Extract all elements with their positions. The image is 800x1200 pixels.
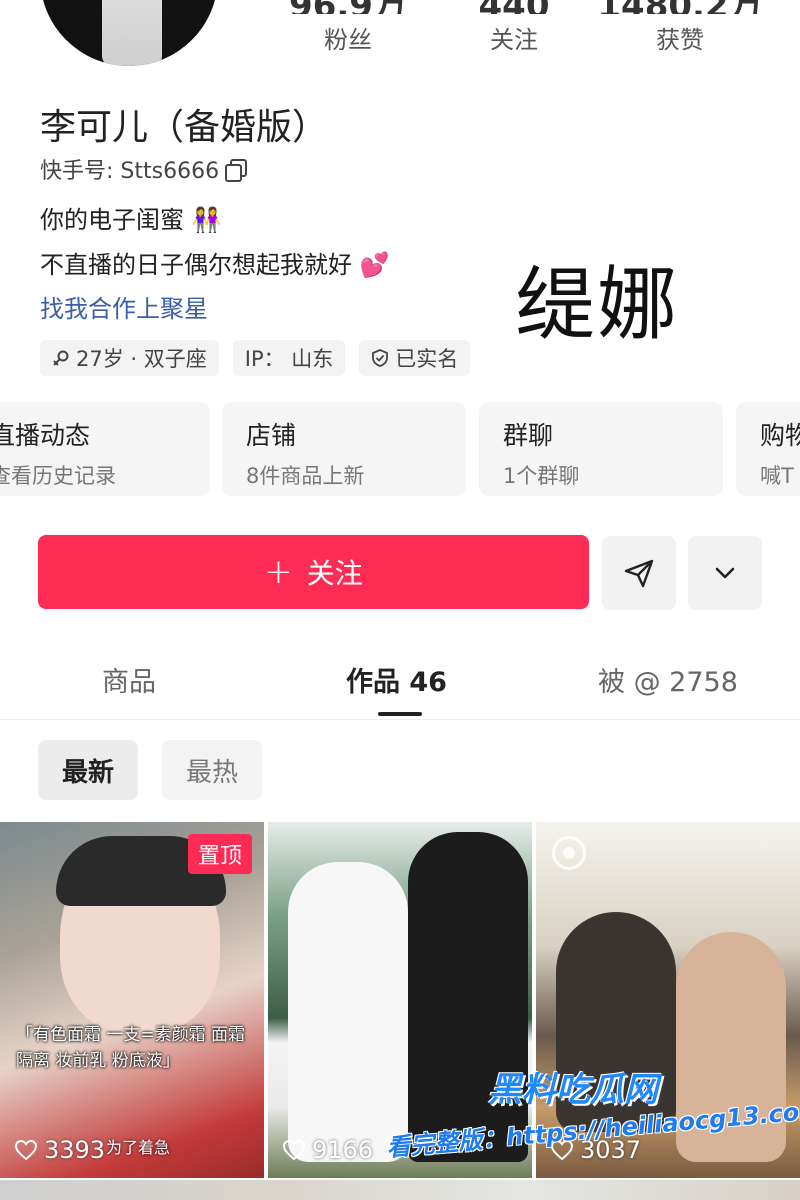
ip-tag-label: IP： 山东 [244, 347, 334, 371]
watermark-brand: 黑料吃瓜网 [488, 1070, 658, 1110]
card-subtitle: 喊T [760, 464, 794, 488]
active-tab-indicator [378, 712, 422, 716]
two-women-emoji-icon: 👭 [191, 206, 222, 234]
tab-works[interactable]: 作品 46 [346, 660, 447, 699]
card-title: 直播动态 [0, 421, 91, 450]
profile-name: 李可儿（备婚版） [40, 107, 329, 148]
bio-text-1: 你的电子闺蜜 [40, 206, 184, 234]
copy-icon[interactable] [225, 159, 248, 182]
followers-stat[interactable]: 96.9万 粉丝 [258, 0, 438, 55]
content-tabs: 商品 作品 46 被 @ 2758 [0, 650, 800, 720]
followers-count: 96.9万 [258, 0, 438, 14]
hearts-emoji-icon: 💕 [359, 251, 390, 279]
pinned-badge: 置顶 [187, 834, 252, 874]
card-subtitle: 1个群聊 [503, 464, 580, 488]
age-tag: 27岁 · 双子座 [40, 340, 219, 376]
next-row-thumbnails[interactable] [0, 1180, 800, 1200]
sort-latest[interactable]: 最新 [38, 740, 139, 800]
verified-tag-label: 已实名 [395, 347, 459, 371]
video-likes: 9166 [282, 1136, 373, 1164]
card-shop[interactable]: 店铺 8件商品上新 [222, 402, 466, 496]
card-title: 店铺 [246, 421, 297, 450]
card-subtitle: 查看历史记录 [0, 464, 116, 488]
bio-line-1: 你的电子闺蜜 👭 [40, 200, 222, 235]
video-subtitle: 为了着急 [106, 1138, 171, 1157]
likes-count: 1480.2万 [590, 0, 770, 14]
chevron-down-icon [715, 567, 735, 579]
card-title: 群聊 [503, 421, 554, 450]
sort-hottest[interactable]: 最热 [162, 740, 263, 800]
following-count: 440 [424, 0, 604, 14]
plus-icon: + [264, 552, 293, 592]
likes-label: 获赞 [656, 26, 704, 54]
overlay-caption: 缇娜 [515, 258, 679, 351]
bio-text-2: 不直播的日子偶尔想起我就好 [40, 251, 352, 279]
card-live-history[interactable]: 直播动态 查看历史记录 [0, 402, 210, 496]
feature-cards: 直播动态 查看历史记录 店铺 8件商品上新 群聊 1个群聊 购物 喊T [0, 402, 800, 496]
female-symbol-icon [53, 350, 69, 366]
card-title: 购物 [760, 421, 800, 450]
video-thumbnail-bride [288, 862, 408, 1162]
likes-count: 9166 [312, 1136, 374, 1164]
video-likes: 3393 [14, 1136, 105, 1164]
video-caption: 「有色面霜 一支=素颜霜 面霜 隔离 妆前乳 粉底液」 [16, 1025, 246, 1071]
likes-count: 3393 [44, 1136, 106, 1164]
message-button[interactable] [602, 536, 676, 610]
avatar-image [102, 0, 162, 66]
heart-icon [282, 1139, 306, 1161]
card-group-chat[interactable]: 群聊 1个群聊 [479, 402, 723, 496]
tab-mentions[interactable]: 被 @ 2758 [598, 660, 738, 699]
ip-tag: IP： 山东 [232, 340, 346, 376]
video-tile-1[interactable]: 置顶 「有色面霜 一支=素颜霜 面霜 隔离 妆前乳 粉底液」 3393 为了着急 [0, 822, 264, 1178]
verified-tag[interactable]: 已实名 [359, 340, 471, 376]
follow-button[interactable]: + 关注 [38, 535, 589, 609]
heart-icon [14, 1139, 38, 1161]
bio-line-2: 不直播的日子偶尔想起我就好 💕 [40, 245, 390, 280]
likes-stat[interactable]: 1480.2万 获赞 [590, 0, 770, 55]
followers-label: 粉丝 [324, 26, 372, 54]
follow-label: 关注 [306, 557, 363, 590]
collab-link[interactable]: 找我合作上聚星 [40, 289, 208, 324]
more-options-button[interactable] [688, 536, 762, 610]
card-subtitle: 8件商品上新 [246, 464, 365, 488]
kuaishou-id-row: 快手号: Stts6666 [40, 153, 248, 185]
following-label: 关注 [490, 26, 538, 54]
tab-products[interactable]: 商品 [102, 660, 156, 699]
kuaishou-id: 快手号: Stts6666 [40, 159, 220, 184]
shield-check-icon [372, 349, 389, 367]
send-icon [624, 559, 654, 588]
live-target-icon [552, 836, 586, 870]
card-shopping[interactable]: 购物 喊T [736, 402, 800, 496]
video-thumbnail-groom [408, 832, 528, 1162]
following-stat[interactable]: 440 关注 [424, 0, 604, 55]
age-tag-label: 27岁 · 双子座 [76, 347, 207, 371]
avatar[interactable] [40, 0, 218, 66]
profile-tags: 27岁 · 双子座 IP： 山东 已实名 [40, 340, 471, 376]
